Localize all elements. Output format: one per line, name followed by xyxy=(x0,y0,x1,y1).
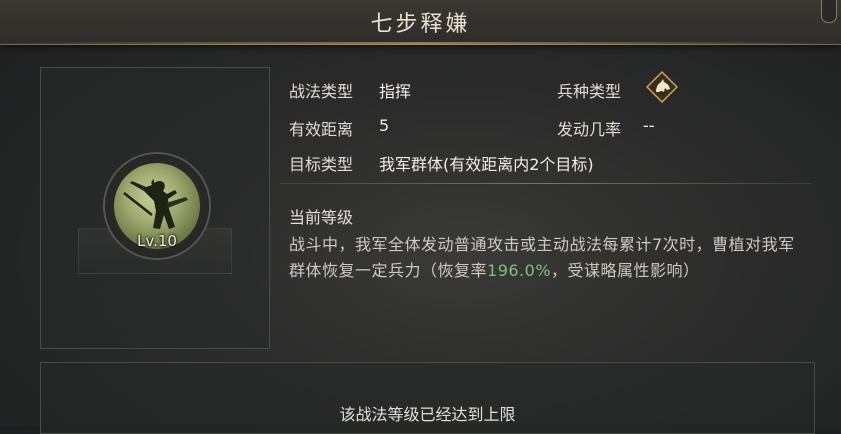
recovery-rate-value: 196.0% xyxy=(487,261,552,280)
header-divider xyxy=(0,42,841,45)
range-label: 有效距离 xyxy=(289,120,354,139)
current-level-title: 当前等级 xyxy=(289,208,354,227)
troop-type-label: 兵种类型 xyxy=(557,82,622,101)
skill-type-value: 指挥 xyxy=(379,82,412,101)
target-type-value: 我军群体(有效距离内2个目标) xyxy=(379,155,594,174)
target-type-label: 目标类型 xyxy=(289,155,354,174)
skill-title: 七步释嫌 xyxy=(370,12,471,37)
max-level-notice: 该战法等级已经达到上限 xyxy=(339,405,516,424)
range-value: 5 xyxy=(379,116,390,135)
upgrade-panel: 该战法等级已经达到上限 xyxy=(40,362,815,434)
corner-ornament-icon xyxy=(821,0,837,23)
section-divider xyxy=(280,183,811,184)
trigger-chance-value: -- xyxy=(643,116,655,135)
trigger-chance-label: 发动几率 xyxy=(557,120,622,139)
title-bar: 七步释嫌 xyxy=(0,0,841,45)
skill-type-label: 战法类型 xyxy=(289,82,354,101)
horse-head-icon xyxy=(645,70,679,104)
skill-icon-frame: Lv.10 xyxy=(103,152,211,260)
skill-description: 战斗中，我军全体发动普通攻击或主动战法每累计7次时，曹植对我军群体恢复一定兵力（… xyxy=(289,232,799,284)
description-text-2: ，受谋略属性影响） xyxy=(551,261,700,280)
skill-level-label: Lv.10 xyxy=(137,232,177,250)
